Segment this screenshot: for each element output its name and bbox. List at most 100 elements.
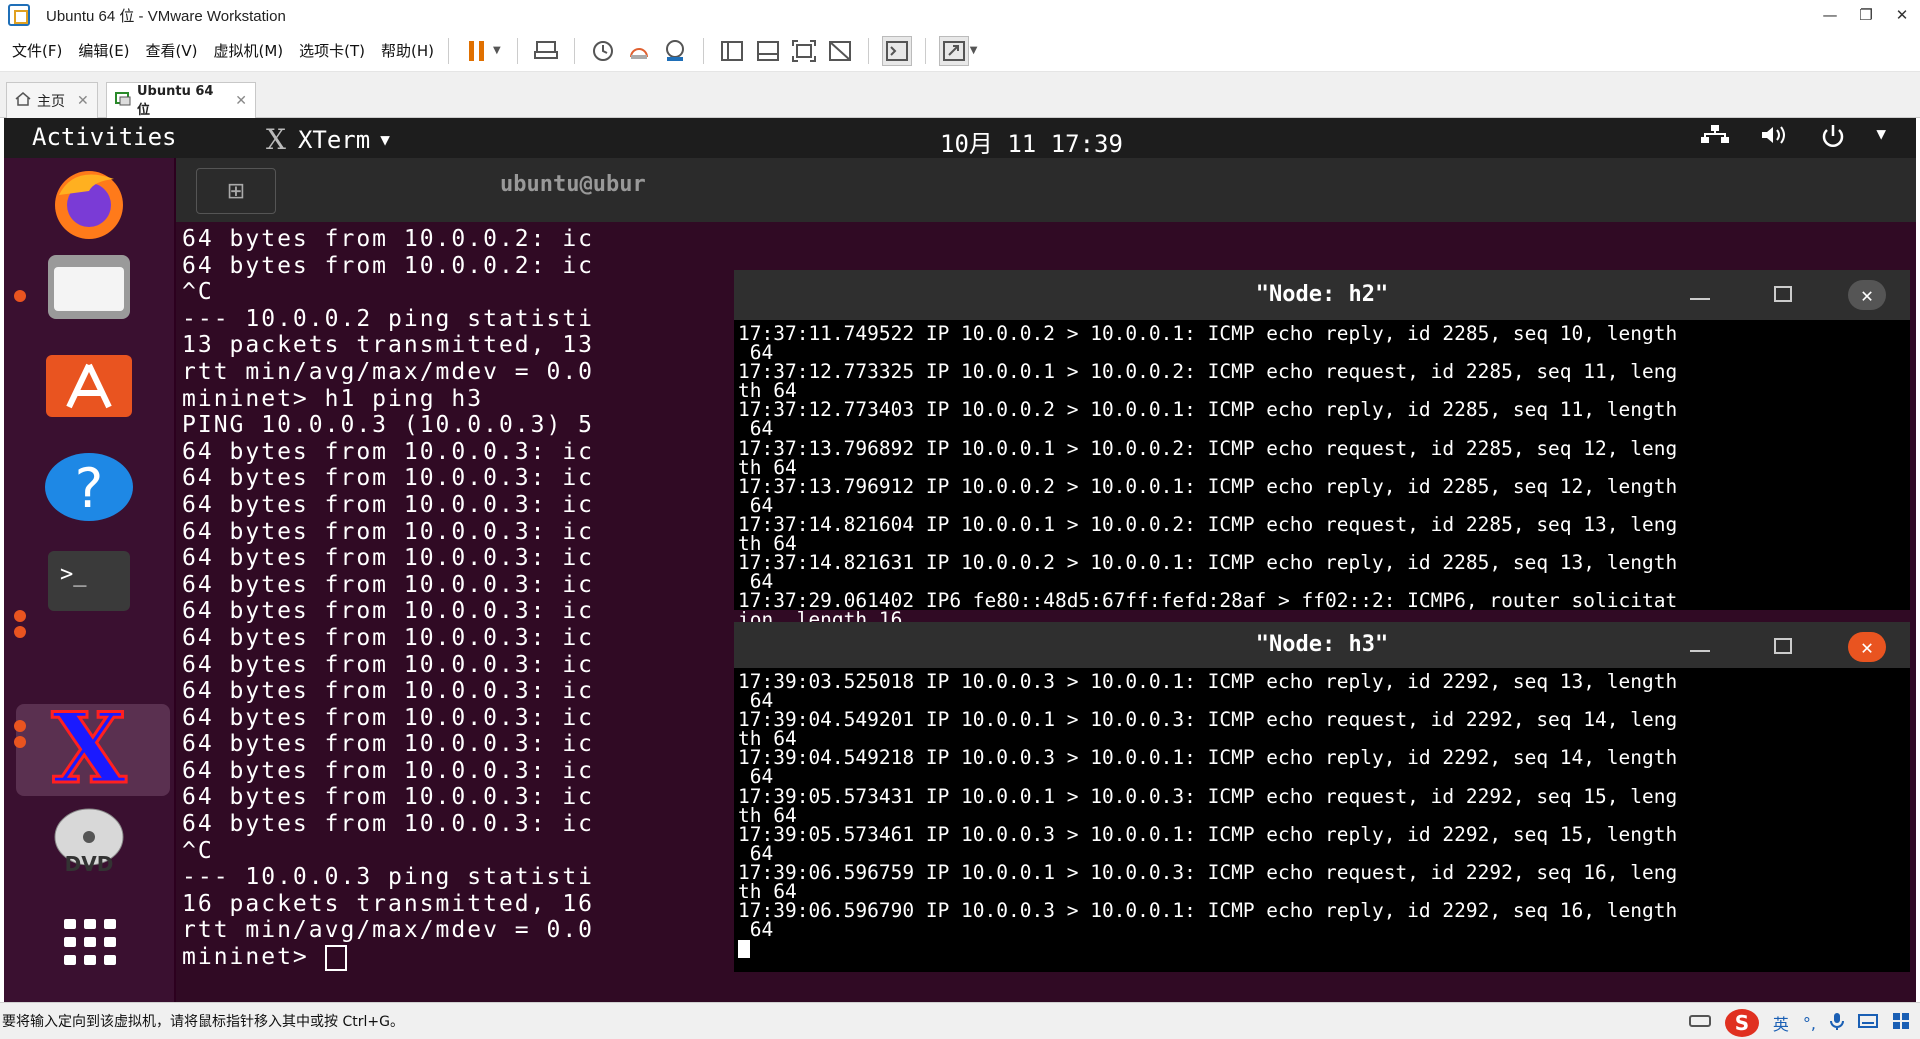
node-h2-window[interactable]: "Node: h2" ✕ 17:37:11.749522 IP 10.0.0.2… [734, 270, 1910, 706]
stretch-guest-icon[interactable] [938, 35, 969, 66]
svg-text:X: X [52, 706, 127, 792]
app-menu[interactable]: X XTerm ▼ [266, 123, 390, 156]
new-tab-icon[interactable]: ⊞ [196, 168, 276, 214]
unity-mode-icon[interactable] [825, 36, 855, 66]
send-ctrl-alt-del-icon[interactable] [531, 36, 561, 66]
terminal-line: --- 10.0.0.3 ping statisti [182, 864, 742, 891]
terminal-line-text: 64 bytes from 10.0.0.3: ic [182, 704, 595, 731]
console-view-icon[interactable] [881, 35, 912, 66]
pause-icon[interactable] [462, 36, 492, 66]
snapshot-manager-icon[interactable] [660, 36, 690, 66]
gnome-top-bar: Activities X XTerm ▼ 10月 11 17:39 ▼ [4, 118, 1916, 158]
minimize-icon[interactable] [1690, 298, 1710, 300]
terminal-line-text: 64 bytes from 10.0.0.3: ic [182, 518, 595, 545]
maximize-icon[interactable] [1774, 638, 1792, 654]
volume-icon [1760, 124, 1790, 154]
minimize-button[interactable]: — [1812, 0, 1848, 30]
revert-snapshot-icon[interactable] [624, 36, 654, 66]
restore-button[interactable]: ❐ [1848, 0, 1884, 30]
snapshot-icon[interactable] [588, 36, 618, 66]
close-button[interactable]: ✕ [1884, 0, 1920, 30]
chevron-down-icon: ▼ [1876, 124, 1886, 143]
show-library-icon[interactable] [717, 36, 747, 66]
menu-tabs[interactable]: 选项卡(T) [299, 40, 365, 61]
help-icon[interactable]: ? [32, 442, 146, 528]
terminal-line: 64 bytes from 10.0.0.3: ic [182, 811, 742, 838]
terminal-line-text: 64 bytes from 10.0.0.3: ic [182, 784, 595, 811]
home-icon [15, 91, 31, 110]
menu-edit[interactable]: 编辑(E) [78, 40, 129, 61]
tab-close-icon[interactable]: ✕ [235, 93, 247, 109]
menu-view[interactable]: 查看(V) [146, 40, 198, 61]
terminal-line-text: ^C [182, 279, 214, 306]
maximize-icon[interactable] [1774, 286, 1792, 302]
menu-vm[interactable]: 虚拟机(M) [214, 40, 284, 61]
terminal-line: 17:39:05.573431 IP 10.0.0.1 > 10.0.0.3: … [738, 784, 1678, 808]
keyboard-icon[interactable] [1858, 1013, 1878, 1033]
microphone-icon[interactable] [1830, 1012, 1844, 1034]
terminal-headerbar: ⊞ ubuntu@ubur [176, 158, 1916, 222]
toolbar-separator [867, 37, 869, 64]
ime-language[interactable]: 英 [1773, 1011, 1789, 1035]
xterm-icon[interactable]: X [32, 706, 146, 792]
terminal-line: 17:39:03.525018 IP 10.0.0.3 > 10.0.0.1: … [738, 672, 1678, 693]
software-center-icon[interactable] [32, 342, 146, 428]
running-indicator [14, 720, 26, 732]
running-indicator [14, 736, 26, 748]
toolbar-separator [924, 37, 926, 64]
terminal-line: 64 bytes from 10.0.0.3: ic [182, 652, 742, 679]
terminal-line: 17:39:06.596790 IP 10.0.0.3 > 10.0.0.1: … [738, 899, 1678, 923]
show-applications-icon[interactable] [32, 898, 146, 984]
node-h3-output[interactable]: 17:39:03.525018 IP 10.0.0.3 > 10.0.0.1: … [738, 672, 1906, 959]
terminal-line: 17:37:29.061402 IP6 fe80::48d5:67ff:fefd… [738, 589, 1678, 613]
menu-file[interactable]: 文件(F) [12, 40, 62, 61]
tab-home-label: 主页 [37, 93, 65, 110]
close-icon[interactable]: ✕ [1848, 280, 1886, 310]
text-cursor [738, 940, 750, 959]
terminal-line: 64 bytes from 10.0.0.3: ic [182, 439, 742, 466]
terminal-title: ubuntu@ubur [500, 172, 646, 197]
stretch-dropdown-icon[interactable]: ▼ [970, 45, 978, 56]
toolbar-separator [573, 37, 575, 64]
node-h2-title: "Node: h2" [1255, 282, 1389, 307]
node-h2-titlebar[interactable]: "Node: h2" ✕ [734, 270, 1910, 320]
running-indicator [14, 626, 26, 638]
terminal-output[interactable]: 64 bytes from 10.0.0.2: ic 64 bytes from … [182, 226, 742, 971]
terminal-line-text: 64 bytes from 10.0.0.3: ic [182, 731, 595, 758]
terminal-icon[interactable]: >_ [32, 538, 146, 624]
running-indicator [14, 290, 26, 302]
terminal-line: 64 bytes from 10.0.0.2: ic [182, 226, 742, 253]
tab-close-icon[interactable]: ✕ [77, 93, 89, 109]
guest-screen[interactable]: Activities X XTerm ▼ 10月 11 17:39 ▼ ? >_… [4, 118, 1916, 1002]
pause-dropdown-icon[interactable]: ▼ [493, 45, 501, 56]
toolbox-icon[interactable] [1892, 1012, 1910, 1034]
full-screen-icon[interactable] [789, 36, 819, 66]
hard-disk-icon[interactable] [1688, 1013, 1711, 1033]
terminal-line: 17:39:05.573461 IP 10.0.0.3 > 10.0.0.1: … [738, 822, 1678, 846]
show-thumbnail-icon[interactable] [753, 36, 783, 66]
tab-ubuntu[interactable]: Ubuntu 64 位 ✕ [106, 82, 256, 118]
punctuation-icon[interactable]: °, [1803, 1014, 1816, 1033]
vm-tabbar: 主页 ✕ Ubuntu 64 位 ✕ [0, 72, 1920, 118]
text-cursor [324, 944, 347, 971]
activities-button[interactable]: Activities [32, 123, 177, 151]
tab-home[interactable]: 主页 ✕ [6, 82, 98, 118]
clock[interactable]: 10月 11 17:39 [940, 124, 1123, 159]
close-icon[interactable]: ✕ [1848, 632, 1886, 662]
status-tray: S 英 °, [1688, 1009, 1910, 1037]
node-h3-window[interactable]: "Node: h3" ✕ 17:39:03.525018 IP 10.0.0.3… [734, 622, 1910, 972]
files-icon[interactable] [32, 244, 146, 330]
terminal-line-text: 64 bytes from 10.0.0.3: ic [182, 651, 595, 678]
node-h3-titlebar[interactable]: "Node: h3" ✕ [734, 622, 1910, 668]
firefox-icon[interactable] [32, 162, 146, 248]
minimize-icon[interactable] [1690, 650, 1710, 652]
dvd-icon[interactable]: DVD [32, 800, 146, 886]
app-menu-label: XTerm [297, 125, 371, 154]
system-tray[interactable]: ▼ [1700, 124, 1886, 154]
terminal-line: PING 10.0.0.3 (10.0.0.3) 5 [182, 412, 742, 439]
terminal-line: 17:39:04.549218 IP 10.0.0.3 > 10.0.0.1: … [738, 746, 1678, 770]
terminal-line: 64 [738, 417, 774, 441]
sogou-ime-icon[interactable]: S [1724, 1009, 1759, 1037]
statusbar: 要将输入定向到该虚拟机，请将鼠标指针移入其中或按 Ctrl+G。 S 英 °, [0, 1002, 1920, 1039]
menu-help[interactable]: 帮助(H) [381, 40, 434, 61]
